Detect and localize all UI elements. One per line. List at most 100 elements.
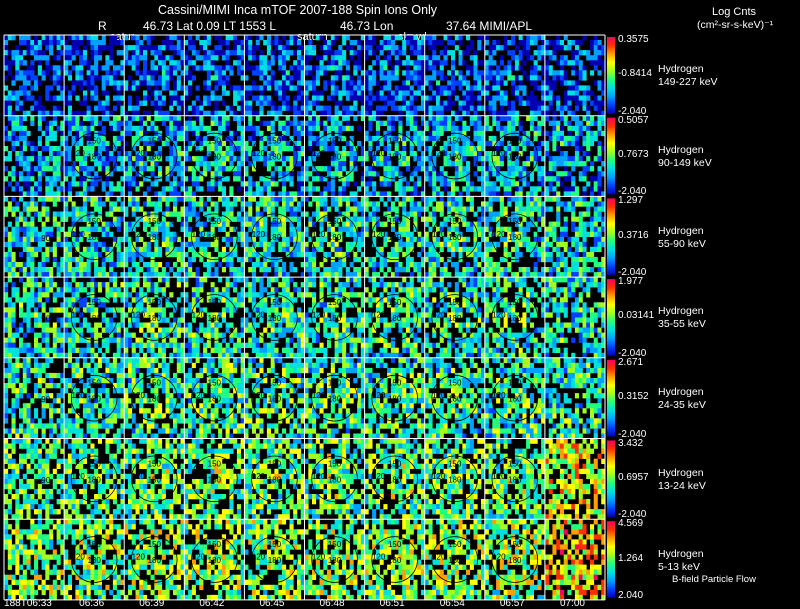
heatmap-cell: [94, 267, 99, 273]
heatmap-cell: [349, 231, 354, 237]
heatmap-cell: [496, 241, 501, 248]
heatmap-cell: [522, 40, 527, 46]
heatmap-cell: [64, 95, 69, 101]
heatmap-cell: [101, 146, 106, 152]
heatmap-cell: [94, 181, 99, 187]
heatmap-cell: [22, 267, 27, 273]
heatmap-cell: [124, 246, 129, 253]
heatmap-cell: [484, 120, 489, 126]
heatmap-cell: [52, 181, 57, 187]
heatmap-cell: [188, 60, 193, 66]
heatmap-cell: [41, 262, 46, 268]
heatmap-cell: [451, 146, 456, 152]
heatmap-cell: [323, 125, 328, 132]
heatmap-cell: [7, 100, 12, 106]
heatmap-cell: [439, 40, 444, 46]
heatmap-cell: [454, 45, 459, 51]
heatmap-cell: [4, 267, 9, 273]
heatmap-cell: [312, 120, 317, 126]
heatmap-cell: [45, 226, 50, 232]
heatmap-cell: [383, 85, 388, 91]
heatmap-cell: [334, 105, 339, 111]
heatmap-cell: [353, 65, 358, 71]
heatmap-cell: [52, 246, 57, 253]
heatmap-cell: [30, 151, 35, 157]
heatmap-cell: [578, 60, 583, 66]
heatmap-cell: [49, 151, 54, 157]
heatmap-cell: [529, 241, 534, 248]
heatmap-cell: [458, 125, 463, 132]
heatmap-cell: [409, 262, 414, 268]
heatmap-cell: [342, 55, 347, 61]
heatmap-cell: [477, 226, 482, 232]
heatmap-cell: [19, 171, 24, 177]
heatmap-cell: [503, 65, 508, 71]
heatmap-cell: [492, 75, 497, 81]
heatmap-cell: [390, 105, 395, 111]
heatmap-cell: [236, 55, 241, 61]
heatmap-cell: [405, 100, 410, 106]
heatmap-cell: [409, 105, 414, 111]
heatmap-cell: [364, 201, 369, 207]
heatmap-cell: [345, 60, 350, 66]
heatmap-cell: [263, 161, 268, 167]
heatmap-cell: [56, 231, 61, 237]
heatmap-cell: [477, 115, 482, 121]
heatmap-cell: [124, 256, 129, 263]
heatmap-cell: [338, 171, 343, 177]
heatmap-cell: [56, 45, 61, 51]
heatmap-cell: [364, 226, 369, 232]
heatmap-cell: [52, 40, 57, 46]
heatmap-cell: [462, 241, 467, 248]
heatmap-cell: [522, 161, 527, 167]
heatmap-cell: [131, 115, 136, 121]
heatmap-cell: [188, 115, 193, 121]
heatmap-cell: [154, 262, 159, 268]
heatmap-cell: [116, 95, 121, 101]
heatmap-cell: [210, 146, 215, 152]
heatmap-cell: [567, 171, 572, 177]
heatmap-cell: [492, 181, 497, 187]
heatmap-cell: [176, 196, 181, 202]
heatmap-cell: [285, 40, 290, 46]
heatmap-cell: [19, 156, 24, 162]
heatmap-cell: [26, 80, 31, 86]
heatmap-cell: [402, 196, 407, 202]
heatmap-cell: [30, 196, 35, 202]
heatmap-cell: [345, 115, 350, 121]
heatmap-cell: [112, 95, 117, 101]
heatmap-cell: [439, 241, 444, 248]
heatmap-cell: [11, 171, 16, 177]
heatmap-cell: [574, 100, 579, 106]
heatmap-cell: [349, 176, 354, 182]
pitch-angle-label: 150: [328, 136, 342, 145]
heatmap-cell: [372, 95, 377, 101]
heatmap-cell: [593, 80, 598, 86]
heatmap-cell: [526, 236, 531, 243]
heatmap-cell: [466, 267, 471, 273]
heatmap-cell: [297, 40, 302, 46]
heatmap-cell: [507, 70, 512, 76]
heatmap-cell: [559, 125, 564, 132]
heatmap-cell: [218, 70, 223, 76]
heatmap-cell: [394, 70, 399, 76]
heatmap-cell: [64, 115, 69, 121]
heatmap-cell: [282, 50, 287, 56]
heatmap-cell: [112, 40, 117, 46]
heatmap-cell: [364, 100, 369, 106]
heatmap-cell: [34, 211, 39, 217]
heatmap-cell: [173, 176, 178, 182]
heatmap-cell: [379, 256, 384, 263]
heatmap-cell: [402, 140, 407, 147]
heatmap-cell: [221, 161, 226, 167]
heatmap-cell: [218, 181, 223, 187]
heatmap-cell: [109, 221, 114, 227]
heatmap-cell: [26, 256, 31, 263]
heatmap-cell: [364, 45, 369, 51]
heatmap-cell: [7, 246, 12, 253]
heatmap-cell: [327, 80, 332, 86]
heatmap-cell: [64, 120, 69, 126]
heatmap-cell: [233, 50, 238, 56]
heatmap-cell: [330, 95, 335, 101]
heatmap-cell: [383, 100, 388, 106]
